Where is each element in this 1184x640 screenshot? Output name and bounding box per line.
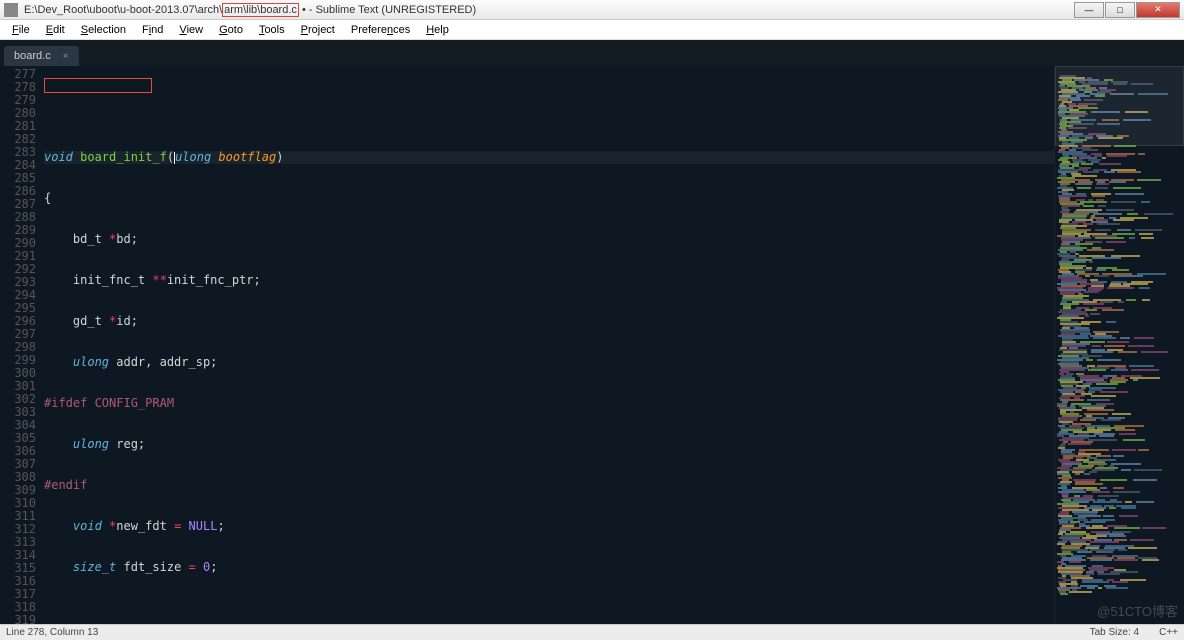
- minimize-button[interactable]: —: [1074, 2, 1104, 18]
- code-line: ulong reg;: [44, 438, 1054, 451]
- menu-find[interactable]: Find: [134, 22, 171, 38]
- code-line: [44, 110, 1054, 123]
- code-line: #endif: [44, 479, 1054, 492]
- menu-bar: File Edit Selection Find View Goto Tools…: [0, 20, 1184, 40]
- highlight-box: [44, 78, 152, 93]
- minimap-viewport[interactable]: [1055, 66, 1184, 146]
- code-view[interactable]: void board_init_f(ulong bootflag) { bd_t…: [44, 66, 1054, 624]
- code-line: #ifdef CONFIG_PRAM: [44, 397, 1054, 410]
- code-line: init_fnc_t **init_fnc_ptr;: [44, 274, 1054, 287]
- text-cursor: [174, 152, 175, 164]
- menu-help[interactable]: Help: [418, 22, 457, 38]
- menu-goto[interactable]: Goto: [211, 22, 251, 38]
- menu-preferences[interactable]: Preferences: [343, 22, 418, 38]
- code-line: void board_init_f(ulong bootflag): [44, 151, 1054, 164]
- tab-label: board.c: [14, 50, 51, 62]
- menu-selection[interactable]: Selection: [73, 22, 134, 38]
- menu-tools[interactable]: Tools: [251, 22, 293, 38]
- window-controls: — □ ✕: [1074, 2, 1180, 18]
- menu-project[interactable]: Project: [293, 22, 343, 38]
- code-line: bd_t *bd;: [44, 233, 1054, 246]
- code-line: [44, 602, 1054, 615]
- window-title: E:\Dev_Root\uboot\u-boot-2013.07\arch\ar…: [24, 4, 1074, 16]
- window-titlebar: E:\Dev_Root\uboot\u-boot-2013.07\arch\ar…: [0, 0, 1184, 20]
- close-button[interactable]: ✕: [1136, 2, 1180, 18]
- minimap[interactable]: [1054, 66, 1184, 624]
- code-line: void *new_fdt = NULL;: [44, 520, 1054, 533]
- tab-bar: board.c ×: [0, 40, 1184, 66]
- status-language[interactable]: C++: [1159, 627, 1178, 638]
- line-gutter[interactable]: 2772782792802812822832842852862872882892…: [0, 66, 44, 624]
- maximize-button[interactable]: □: [1105, 2, 1135, 18]
- code-line: gd_t *id;: [44, 315, 1054, 328]
- menu-file[interactable]: File: [4, 22, 38, 38]
- code-line: {: [44, 192, 1054, 205]
- editor-area: 2772782792802812822832842852862872882892…: [0, 66, 1184, 624]
- code-line: size_t fdt_size = 0;: [44, 561, 1054, 574]
- status-cursor-pos[interactable]: Line 278, Column 13: [6, 627, 98, 638]
- title-highlight: arm\lib\board.c: [222, 3, 299, 17]
- code-line: ulong addr, addr_sp;: [44, 356, 1054, 369]
- tab-board-c[interactable]: board.c ×: [4, 46, 79, 66]
- tab-close-icon[interactable]: ×: [63, 51, 69, 62]
- app-icon: [4, 3, 18, 17]
- status-tab-size[interactable]: Tab Size: 4: [1090, 627, 1139, 638]
- status-bar: Line 278, Column 13 Tab Size: 4 C++: [0, 624, 1184, 640]
- menu-view[interactable]: View: [171, 22, 211, 38]
- menu-edit[interactable]: Edit: [38, 22, 73, 38]
- watermark: @51CTO博客: [1097, 601, 1178, 620]
